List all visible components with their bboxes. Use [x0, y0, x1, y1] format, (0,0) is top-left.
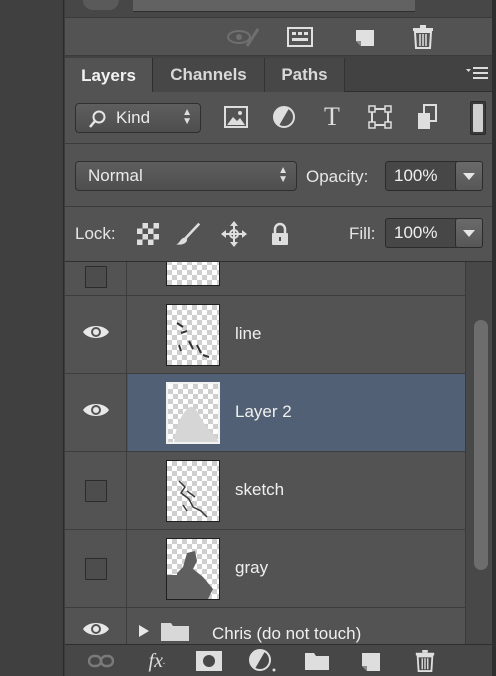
layer-row-main[interactable]: Layer 2	[128, 374, 465, 451]
layer-row-text[interactable]: text	[65, 262, 465, 296]
upper-panel-remnant	[65, 0, 496, 18]
new-item-icon[interactable]	[351, 24, 379, 50]
layer-group-row-chris[interactable]: Chris (do not touch)	[65, 608, 465, 644]
layer-name: gray	[235, 558, 269, 577]
folder-icon	[160, 620, 190, 644]
layer-visibility-cell[interactable]	[65, 452, 127, 529]
link-layers-icon[interactable]	[87, 649, 115, 673]
trash-icon[interactable]	[409, 23, 437, 51]
layer-row-main[interactable]: sketch	[128, 452, 465, 529]
left-gutter	[0, 0, 64, 676]
new-layer-icon[interactable]	[357, 649, 385, 673]
layer-filter-bar: Kind ▲ ▼ T	[65, 92, 496, 144]
lock-transparency-icon[interactable]	[135, 221, 161, 247]
chevron-updown-icon: ▲ ▼	[278, 165, 288, 185]
tab-paths[interactable]: Paths	[265, 58, 345, 92]
opacity-input[interactable]: 100%	[385, 161, 459, 191]
layer-name: line	[235, 324, 262, 343]
layer-visibility-cell[interactable]	[65, 374, 127, 451]
opacity-dropdown-button[interactable]	[455, 161, 483, 191]
fill-input[interactable]: 100%	[385, 218, 459, 248]
layer-visibility-cell[interactable]	[65, 530, 127, 607]
layer-row-main[interactable]: Chris (do not touch)	[128, 608, 465, 644]
layer-thumbnail	[166, 460, 220, 522]
right-edge	[492, 0, 496, 676]
layers-footer-toolbar: fx.	[65, 644, 496, 676]
new-group-folder-icon[interactable]	[303, 649, 331, 673]
layer-group-name: Chris (do not touch)	[212, 624, 362, 643]
blend-mode-value: Normal	[88, 166, 143, 185]
layer-thumbnail	[166, 382, 220, 444]
visibility-off-box[interactable]	[84, 557, 107, 580]
blend-mode-select[interactable]: Normal ▲ ▼	[75, 161, 297, 191]
layers-panel: Layers Channels Paths Kind ▲ ▼ T Normal …	[65, 0, 496, 676]
visibility-off-box[interactable]	[84, 265, 107, 288]
layer-thumbnail	[166, 538, 220, 600]
layers-scrollbar-thumb[interactable]	[474, 320, 488, 570]
chevron-down-icon	[463, 172, 475, 180]
layer-name: Layer 2	[235, 402, 292, 421]
layer-row-gray[interactable]: gray	[65, 530, 465, 608]
layer-row-main[interactable]: text	[128, 262, 465, 295]
upper-panel-toolbar	[65, 18, 496, 56]
filter-kind-select[interactable]: Kind ▲ ▼	[75, 103, 201, 133]
filter-toggle-switch[interactable]	[470, 101, 486, 135]
layer-row-sketch[interactable]: sketch	[65, 452, 465, 530]
tab-channels[interactable]: Channels	[153, 58, 265, 92]
visibility-off-box[interactable]	[84, 479, 107, 502]
filter-kind-label: Kind	[116, 108, 151, 127]
eye-icon[interactable]	[82, 401, 110, 424]
eye-icon[interactable]	[82, 323, 110, 346]
panel-menu-icon[interactable]	[466, 66, 488, 82]
layer-name: sketch	[235, 480, 285, 499]
chevron-down-icon	[463, 229, 475, 237]
add-mask-icon[interactable]	[195, 649, 223, 673]
lock-all-padlock-icon[interactable]	[267, 221, 293, 247]
fill-label: Fill:	[349, 224, 376, 243]
type-filter-icon[interactable]: T	[317, 102, 347, 132]
expand-triangle-icon[interactable]	[138, 624, 150, 643]
layer-thumbnail	[166, 304, 220, 366]
panel-tabs: Layers Channels Paths	[65, 56, 496, 93]
upper-panel-field	[133, 0, 415, 12]
delete-layer-trash-icon[interactable]	[411, 649, 439, 673]
layer-row-main[interactable]: line	[128, 296, 465, 373]
panel-options-icon[interactable]	[285, 24, 315, 50]
search-icon	[88, 109, 108, 134]
layer-visibility-cell[interactable]	[65, 608, 127, 644]
layer-row-main[interactable]: gray	[128, 530, 465, 607]
layer-thumbnail	[166, 262, 220, 286]
blend-options-bar: Normal ▲ ▼ Opacity: 100%	[65, 145, 496, 207]
lock-options-bar: Lock: Fill: 100%	[65, 207, 496, 262]
tab-layers[interactable]: Layers	[65, 58, 153, 93]
brush-visibility-icon[interactable]	[225, 24, 261, 50]
adjustment-layer-icon[interactable]	[249, 649, 277, 673]
upper-panel-control	[83, 0, 119, 10]
layer-row-line[interactable]: line	[65, 296, 465, 374]
layer-visibility-cell[interactable]	[65, 262, 127, 295]
layers-list: text line	[65, 262, 496, 644]
image-filter-icon[interactable]	[221, 102, 251, 132]
layer-row-layer-2[interactable]: Layer 2	[65, 374, 465, 452]
lock-label: Lock:	[75, 224, 116, 243]
layer-style-fx-icon[interactable]: fx.	[143, 649, 171, 673]
chevron-updown-icon: ▲ ▼	[182, 107, 192, 127]
shape-filter-icon[interactable]	[365, 102, 395, 132]
eye-icon[interactable]	[82, 620, 110, 643]
smart-object-filter-icon[interactable]	[413, 102, 443, 132]
lock-pixels-brush-icon[interactable]	[175, 221, 201, 247]
opacity-label: Opacity:	[306, 167, 369, 186]
fill-dropdown-button[interactable]	[455, 218, 483, 248]
filter-toggle-knob	[473, 104, 483, 132]
lock-position-move-icon[interactable]	[221, 221, 247, 247]
adjustment-filter-icon[interactable]	[269, 102, 299, 132]
layer-visibility-cell[interactable]	[65, 296, 127, 373]
